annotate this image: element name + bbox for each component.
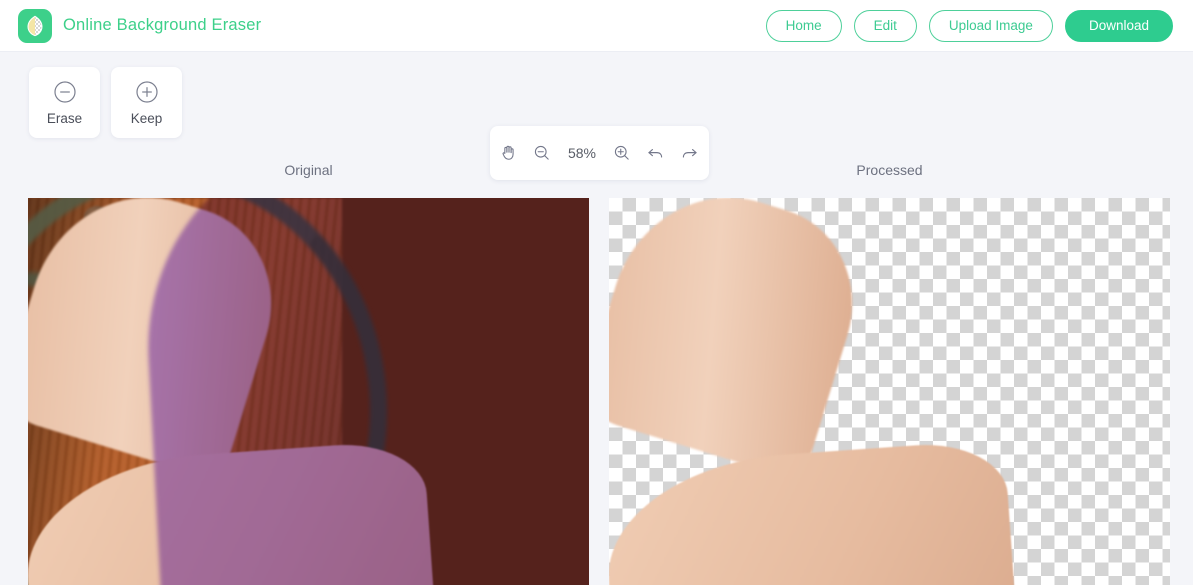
workspace: Erase Keep 58% Original Processed [0,52,1193,585]
portrait-subject-cutout [609,198,1170,585]
original-image-canvas[interactable] [28,198,589,585]
original-artwork [28,198,589,585]
processed-image-canvas[interactable] [609,198,1170,585]
magnifier-minus-icon[interactable] [532,143,552,163]
minus-circle-icon [53,80,77,104]
subject-arm [609,198,877,482]
header-nav: Home Edit Upload Image Download [765,9,1173,42]
upload-image-button[interactable]: Upload Image [928,9,1053,42]
app-logo [18,8,52,43]
processed-artwork [609,198,1170,585]
subject-shoulder [609,439,1022,585]
erase-tool-label: Erase [46,110,83,126]
keep-tool-button[interactable]: Keep [111,67,182,138]
tool-panel: Erase Keep [29,67,182,138]
keep-tool-label: Keep [130,110,163,126]
redo-arrow-icon[interactable] [679,143,700,164]
brand: Online Background Eraser [18,8,262,43]
erase-selection-mask [138,198,589,585]
home-button[interactable]: Home [765,9,842,42]
edit-button[interactable]: Edit [853,9,917,42]
processed-panel-caption: Processed [856,162,923,178]
app-title: Online Background Eraser [63,16,262,34]
magnifier-plus-icon[interactable] [612,143,632,163]
original-panel-caption: Original [284,162,333,178]
plus-circle-icon [135,80,159,104]
download-button[interactable]: Download [1064,9,1173,42]
leaf-transparency-icon [24,15,46,37]
undo-arrow-icon[interactable] [645,143,666,164]
zoom-level-value: 58% [567,145,597,161]
app-header: Online Background Eraser Home Edit Uploa… [0,0,1193,52]
hand-icon[interactable] [499,143,519,163]
erase-tool-button[interactable]: Erase [29,67,100,138]
